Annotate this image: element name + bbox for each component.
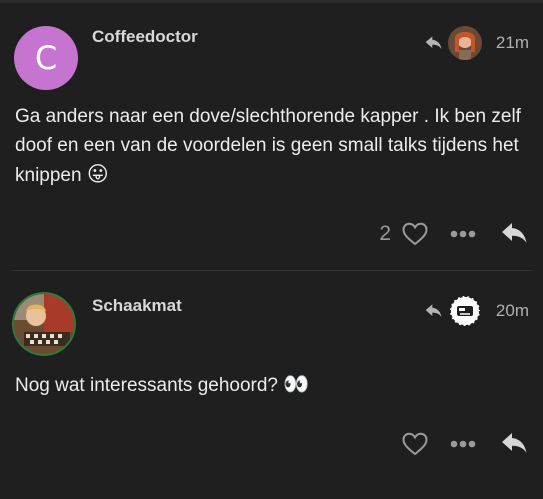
more-dots-icon[interactable]: [449, 430, 477, 458]
post-time[interactable]: 20m: [496, 301, 529, 321]
post-body: Nog wat interessants gehoord? 👀: [15, 370, 525, 400]
post-meta: 20m: [424, 294, 529, 328]
post-divider: [12, 270, 532, 271]
post: Schaakmat 20m Nog wat interessants gehoo…: [0, 274, 543, 499]
post-time[interactable]: 21m: [496, 33, 529, 53]
post-body: Ga anders naar een dove/slechthorende ka…: [15, 102, 525, 190]
more-dots-icon[interactable]: [449, 220, 477, 248]
avatar[interactable]: C: [14, 26, 78, 90]
username[interactable]: Schaakmat: [92, 296, 182, 316]
post-actions: [401, 430, 529, 458]
avatar[interactable]: [12, 292, 76, 356]
post: C Coffeedoctor 21m Ga anders naar een do…: [0, 6, 543, 268]
heart-icon[interactable]: [401, 430, 429, 458]
reply-arrow-icon[interactable]: [424, 33, 444, 53]
reply-icon[interactable]: [501, 430, 529, 458]
reply-to-avatar[interactable]: [447, 294, 482, 328]
username[interactable]: Coffeedoctor: [92, 27, 198, 47]
post-actions: 2: [379, 220, 529, 248]
top-separator: [0, 0, 543, 3]
post-text: Nog wat interessants gehoord?: [15, 375, 278, 396]
heart-icon[interactable]: [401, 220, 429, 248]
like-count[interactable]: 2: [379, 222, 391, 246]
emoji: 👀: [283, 372, 310, 396]
emoji: 😛: [86, 162, 109, 186]
reply-to-avatar[interactable]: [447, 26, 482, 60]
reply-icon[interactable]: [501, 220, 529, 248]
reply-arrow-icon[interactable]: [424, 301, 444, 321]
post-meta: 21m: [424, 26, 529, 60]
avatar-letter: C: [34, 39, 58, 77]
